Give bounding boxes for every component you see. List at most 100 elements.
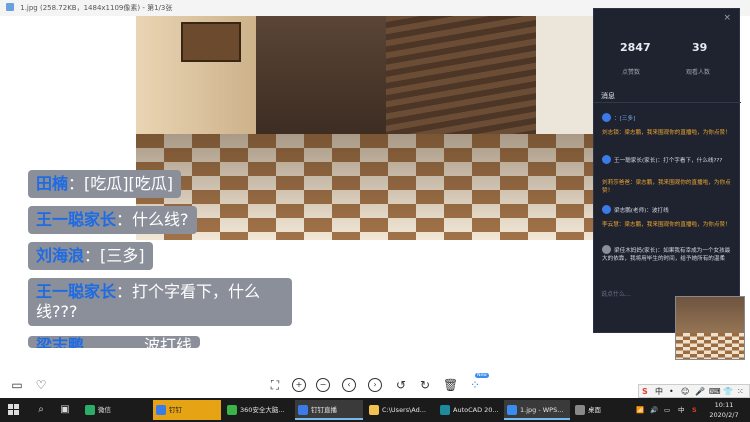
chat-nick: 王一聪家长 bbox=[36, 282, 117, 301]
dingtalk-icon bbox=[156, 405, 166, 415]
heart-icon[interactable]: ♡ bbox=[34, 378, 48, 392]
system-clock[interactable]: 10:11 2020/2/7 bbox=[706, 400, 742, 420]
taskbar-item-360[interactable]: 360安全大脑... bbox=[224, 400, 292, 420]
chat-sep: ： bbox=[68, 174, 85, 193]
taskbar-item-label: 微信 bbox=[98, 406, 111, 414]
thumbnail-floor bbox=[676, 333, 744, 359]
taskbar-item-desktop[interactable]: 桌面 bbox=[572, 400, 604, 420]
viewer-title: 1.jpg (258.72KB，1484x1109像素) - 第1/3张 bbox=[20, 4, 173, 12]
live-stream-panel: × 2847 点赞数 39 观看人数 消息 ：[三多] 刘志锁：梁志鹏，我来围观… bbox=[593, 8, 741, 333]
chat-bubble-partial: 梁志鹏 波打线 bbox=[28, 336, 201, 348]
dingtalk-live-icon bbox=[298, 405, 308, 415]
taskbar-item-dingtalk[interactable]: 钉钉 bbox=[153, 400, 221, 420]
messages-title: 消息 bbox=[601, 92, 615, 100]
live-message-text: ：[三多] bbox=[614, 116, 636, 122]
volume-icon[interactable]: 🔊 bbox=[650, 398, 658, 422]
live-message: ：[三多] bbox=[602, 113, 734, 123]
live-message-text: 王一聪家长(家长)：打个字看下，什么线??? bbox=[614, 158, 723, 164]
chat-nick: 梁志鹏 bbox=[36, 336, 85, 348]
next-icon[interactable]: › bbox=[368, 378, 382, 392]
taskbar-item-explorer[interactable]: C:\Users\Ad... bbox=[366, 400, 434, 420]
user-avatar-icon bbox=[602, 205, 611, 214]
folder-icon[interactable]: ▭ bbox=[10, 378, 24, 392]
close-icon[interactable]: × bbox=[723, 13, 731, 23]
previous-icon[interactable]: ‹ bbox=[342, 378, 356, 392]
sogou-icon[interactable]: S bbox=[642, 386, 648, 398]
wechat-icon bbox=[85, 405, 95, 415]
live-message-text: 梁佳木妈妈(家长)：如果我有幸成为一个女孩最大的依靠，我将用毕生的时间，给予她所… bbox=[602, 248, 731, 262]
taskbar-item-label: C:\Users\Ad... bbox=[382, 406, 426, 414]
rotate-left-icon[interactable]: ↺ bbox=[394, 378, 408, 392]
user-avatar-icon bbox=[602, 245, 611, 254]
punctuation-icon[interactable]: • bbox=[669, 386, 674, 398]
360-icon bbox=[227, 405, 237, 415]
chat-bubble: 王一聪家长：什么线? bbox=[28, 206, 197, 234]
taskbar-item-label: 钉钉 bbox=[169, 406, 182, 414]
chat-nick: 田楠 bbox=[36, 174, 69, 193]
taskbar-item-autocad[interactable]: AutoCAD 20... bbox=[437, 400, 501, 420]
mic-icon[interactable]: 🎤 bbox=[695, 386, 705, 398]
likes-count: 2847 bbox=[620, 41, 651, 54]
network-icon[interactable]: 📶 bbox=[636, 398, 644, 422]
messages-divider bbox=[594, 102, 741, 103]
taskbar-item-label: 360安全大脑... bbox=[240, 406, 285, 414]
windows-start-icon[interactable] bbox=[8, 404, 20, 416]
likes-label: 点赞数 bbox=[622, 69, 641, 76]
chat-nick: 刘海浪 bbox=[36, 246, 85, 265]
viewers-label: 观看人数 bbox=[686, 69, 711, 76]
rotate-right-icon[interactable]: ↻ bbox=[418, 378, 432, 392]
autocad-icon bbox=[440, 405, 450, 415]
taskbar-item-wechat[interactable]: 微信 bbox=[82, 400, 150, 420]
live-message-system: 李云慧：梁志鹏，我来围观你的直播啦，为你点赞！ bbox=[602, 222, 731, 228]
live-message-text: 梁志鹏(老师)：波打线 bbox=[614, 208, 669, 214]
zoom-out-icon[interactable]: − bbox=[316, 378, 330, 392]
ime-language[interactable]: 中 bbox=[655, 386, 663, 398]
clock-time: 10:11 bbox=[714, 401, 734, 409]
new-badge: New bbox=[475, 373, 489, 378]
user-avatar-icon bbox=[602, 155, 611, 164]
taskbar-item-label: AutoCAD 20... bbox=[453, 406, 499, 414]
keyboard-icon[interactable]: ⌨ bbox=[709, 386, 721, 398]
sogou-tray-icon[interactable]: S bbox=[692, 398, 697, 422]
chat-text: [三多] bbox=[100, 246, 145, 265]
emoji-icon[interactable]: ☺ bbox=[681, 386, 689, 398]
chat-text: 什么线? bbox=[132, 210, 189, 229]
chat-sep: ： bbox=[116, 282, 133, 301]
message-input[interactable]: 说点什么... bbox=[601, 289, 631, 298]
chat-sep: ： bbox=[84, 246, 101, 265]
photo-picture-frame bbox=[181, 22, 241, 62]
task-view-icon[interactable]: ▣ bbox=[58, 403, 72, 417]
desktop-icon bbox=[575, 405, 585, 415]
zoom-in-icon[interactable]: + bbox=[292, 378, 306, 392]
user-avatar-icon bbox=[602, 113, 611, 122]
battery-icon[interactable]: ▭ bbox=[664, 398, 670, 422]
chat-text: [吃瓜][吃瓜] bbox=[84, 174, 174, 193]
taskbar-item-wps-viewer[interactable]: 1.jpg - WPS... bbox=[504, 400, 570, 420]
taskbar-item-dingtalk-live[interactable]: 钉钉直播 bbox=[295, 400, 363, 420]
chat-bubble: 刘海浪：[三多] bbox=[28, 242, 153, 270]
live-message-system: 刘志锁：梁志鹏，我来围观你的直播啦，为你点赞！ bbox=[602, 130, 731, 136]
taskbar-item-label: 1.jpg - WPS... bbox=[520, 406, 564, 414]
chat-sep: ： bbox=[116, 210, 133, 229]
folder-icon bbox=[369, 405, 379, 415]
taskbar-item-label: 钉钉直播 bbox=[311, 406, 337, 414]
live-message: 梁志鹏(老师)：波打线 bbox=[602, 205, 734, 215]
taskbar-item-label: 桌面 bbox=[588, 406, 601, 414]
apps-icon[interactable]: ⁘ bbox=[468, 378, 482, 392]
chat-text: 波打线 bbox=[144, 336, 193, 348]
clock-date: 2020/2/7 bbox=[709, 411, 739, 419]
image-thumbnail[interactable] bbox=[675, 296, 745, 360]
delete-icon[interactable]: 🗑 bbox=[443, 378, 458, 392]
skin-icon[interactable]: 👕 bbox=[723, 386, 733, 398]
wps-icon bbox=[507, 405, 517, 415]
live-message-system: 刘莉莎爸爸：梁志鹏，我来围观你的直播啦，为你点赞！ bbox=[602, 180, 731, 194]
photo-staircase bbox=[386, 16, 536, 136]
chat-nick: 王一聪家长 bbox=[36, 210, 117, 229]
actual-size-icon[interactable]: ⛶ bbox=[268, 378, 282, 392]
grid-icon[interactable]: ⁙ bbox=[737, 386, 744, 398]
chat-bubble: 田楠：[吃瓜][吃瓜] bbox=[28, 170, 182, 198]
tray-ime-language[interactable]: 中 bbox=[678, 398, 685, 422]
image-app-icon bbox=[6, 3, 14, 11]
windows-taskbar: ⌕ ▣ 微信 钉钉 360安全大脑... 钉钉直播 C:\Users\Ad...… bbox=[0, 398, 750, 422]
search-icon[interactable]: ⌕ bbox=[34, 403, 48, 417]
